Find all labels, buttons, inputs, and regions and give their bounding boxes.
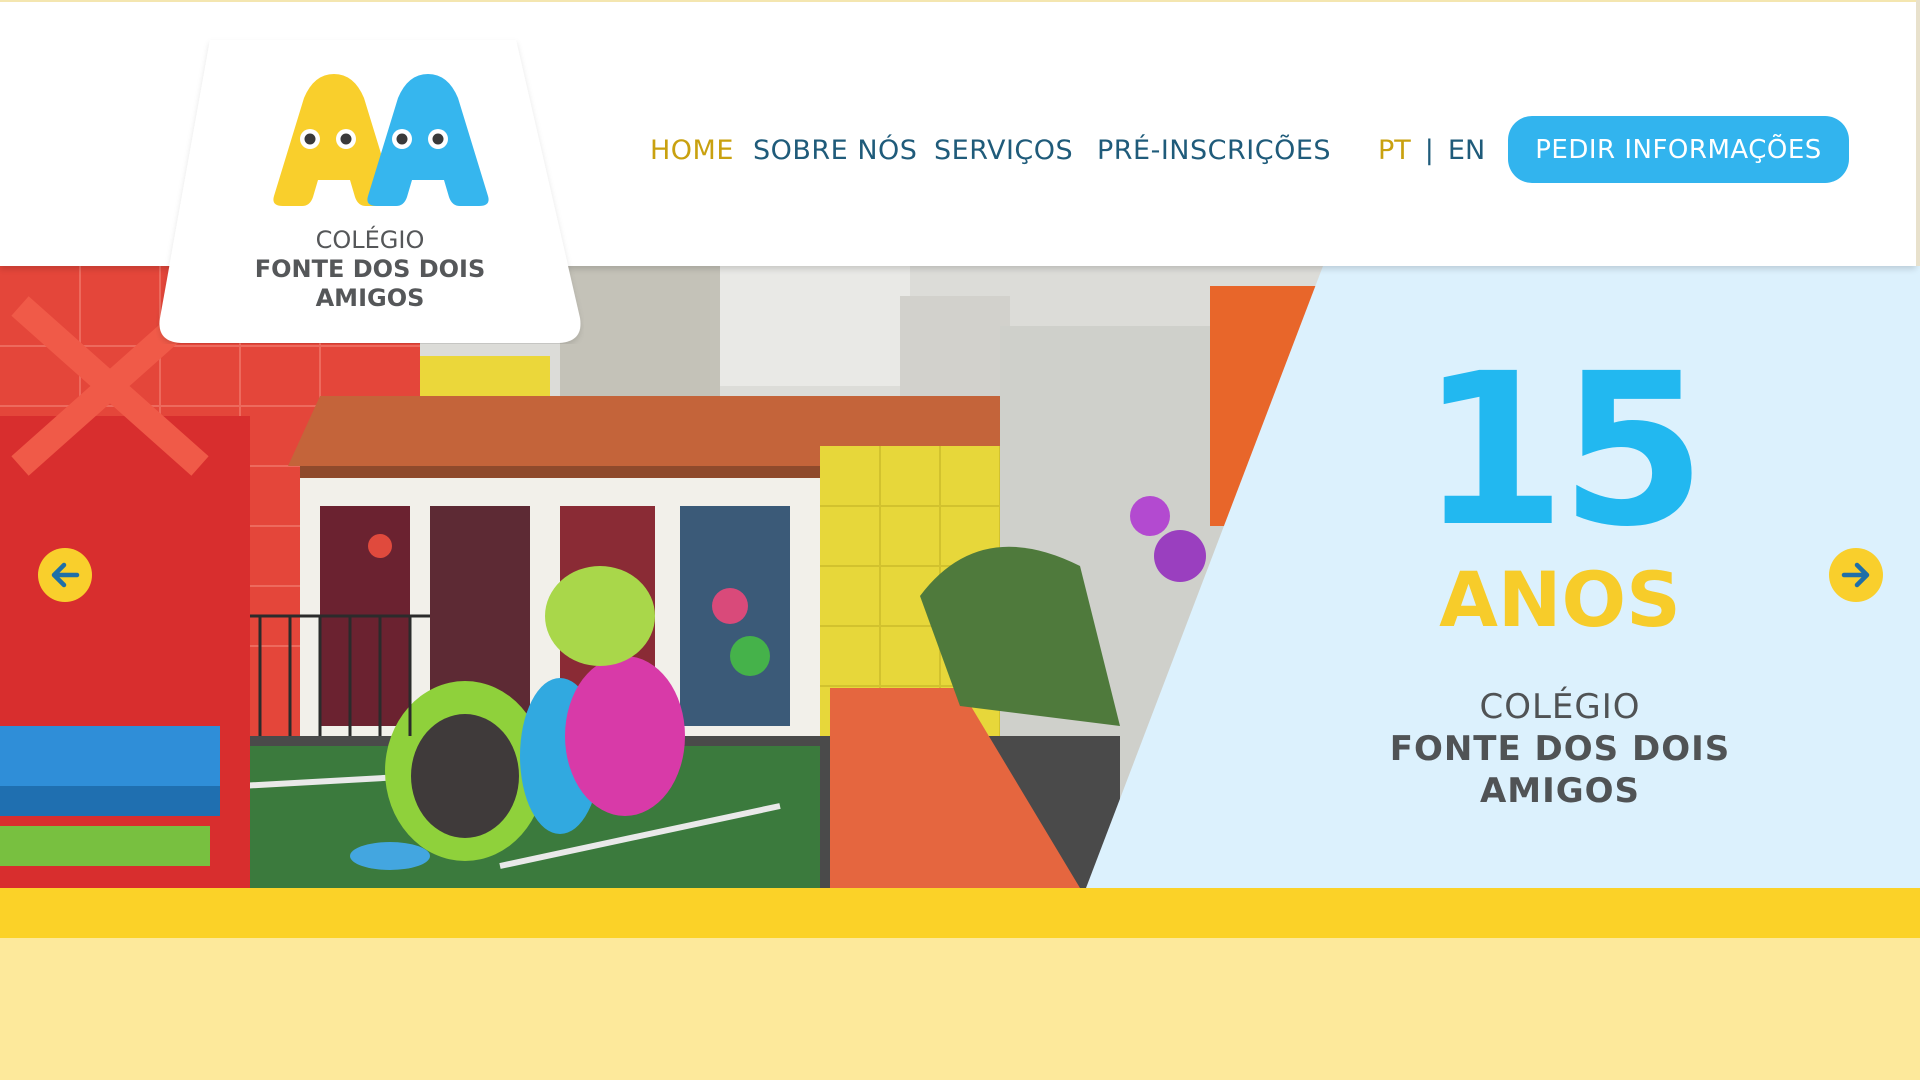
nav-item-home[interactable]: HOME [650, 135, 734, 166]
hero-school-line-3: AMIGOS [1479, 771, 1641, 811]
hero-school-line-1: COLÉGIO [1479, 687, 1641, 727]
arrow-right-icon [1841, 562, 1870, 588]
slider-prev-button[interactable] [38, 548, 92, 602]
hero-years-number: 15 [1420, 328, 1706, 573]
main-nav-sobre: SOBRE NÓS [753, 132, 917, 168]
page-content-area [0, 938, 1920, 1080]
hero-years-label: ANOS [1439, 555, 1681, 644]
nav-item-pre-inscricoes[interactable]: PRÉ-INSCRIÇÕES [1097, 135, 1331, 166]
hero-school-name: COLÉGIO FONTE DOS DOIS AMIGOS [1330, 686, 1790, 812]
hero-bottom-band [0, 888, 1920, 938]
main-nav: HOME [650, 132, 734, 168]
lang-pt[interactable]: PT [1378, 135, 1411, 166]
arrow-left-icon [51, 562, 80, 588]
language-switcher: PT | EN [1378, 132, 1485, 168]
logo[interactable]: COLÉGIO FONTE DOS DOIS AMIGOS [156, 0, 584, 344]
main-nav-preinscricoes: PRÉ-INSCRIÇÕES [1097, 132, 1331, 168]
page: HOME SOBRE NÓS SERVIÇOS PRÉ-INSCRIÇÕES P… [0, 0, 1920, 1080]
logo-line-2: FONTE DOS DOIS [254, 255, 486, 283]
logo-line-1: COLÉGIO [315, 226, 425, 254]
nav-item-servicos[interactable]: SERVIÇOS [934, 135, 1073, 166]
header-edge [1916, 0, 1920, 266]
request-info-button[interactable]: PEDIR INFORMAÇÕES [1508, 116, 1849, 183]
lang-separator: | [1424, 134, 1434, 166]
nav-item-sobre-nos[interactable]: SOBRE NÓS [753, 135, 917, 166]
main-nav-servicos: SERVIÇOS [934, 132, 1073, 168]
slider-next-button[interactable] [1829, 548, 1883, 602]
lang-en[interactable]: EN [1448, 135, 1485, 166]
logo-wordmark: COLÉGIO FONTE DOS DOIS AMIGOS [156, 226, 584, 313]
hero-school-line-2: FONTE DOS DOIS [1389, 729, 1731, 769]
logo-line-3: AMIGOS [315, 284, 425, 312]
